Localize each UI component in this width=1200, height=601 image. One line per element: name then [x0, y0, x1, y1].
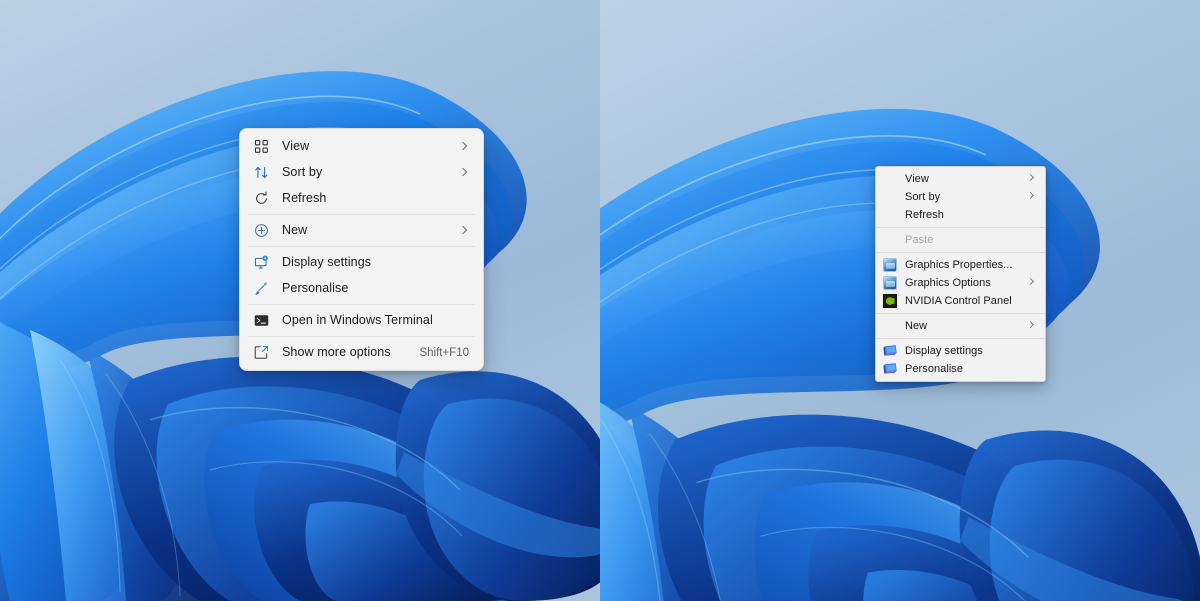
menu-item-refresh[interactable]: Refresh [244, 186, 479, 211]
desktop-context-menu-win11[interactable]: View Sort by Refresh New Display settings Per… [239, 128, 484, 371]
menu-item-icon-slot [882, 318, 898, 334]
menu-item-label: View [282, 139, 310, 154]
menu-item-accelerator: Shift+F10 [419, 346, 469, 359]
chevron-right-icon [1027, 192, 1037, 202]
plus-circle-icon [252, 222, 270, 240]
sort-icon [252, 164, 270, 182]
chevron-right-icon [459, 168, 469, 178]
right-panel: View Sort by Refresh Paste Graphics Properti… [600, 0, 1200, 601]
menu-item-sort-by[interactable]: Sort by [244, 160, 479, 185]
monitor-icon [252, 254, 270, 272]
menu-item-label: Paste [905, 233, 934, 246]
chevron-right-icon [1027, 278, 1037, 288]
menu-item-label: View [905, 172, 929, 185]
menu-item-display[interactable]: Display settings [244, 250, 479, 275]
menu-item-icon-slot [882, 171, 898, 187]
menu-item-label: Sort by [905, 190, 941, 203]
menu-item-more-options[interactable]: Show more options Shift+F10 [244, 340, 479, 365]
menu-item-l-refresh[interactable]: Refresh [876, 206, 1045, 224]
menu-item-new[interactable]: New [244, 218, 479, 243]
menu-separator [248, 214, 475, 215]
monitor-legacy-icon [882, 361, 898, 377]
menu-item-label: Personalise [905, 362, 964, 375]
menu-item-label: Personalise [282, 281, 349, 296]
menu-separator [876, 313, 1045, 314]
monitor-legacy-icon [882, 343, 898, 359]
menu-item-l-sort-by[interactable]: Sort by [876, 188, 1045, 206]
graphics-icon [882, 275, 898, 291]
graphics-icon [882, 257, 898, 273]
menu-item-label: NVIDIA Control Panel [905, 294, 1012, 307]
menu-item-l-view[interactable]: View [876, 170, 1045, 188]
menu-item-icon-slot [882, 189, 898, 205]
desktop-context-menu-win10[interactable]: View Sort by Refresh Paste Graphics Properti… [875, 166, 1046, 382]
menu-separator [876, 252, 1045, 253]
menu-item-label: New [282, 223, 308, 238]
chevron-right-icon [459, 226, 469, 236]
nvidia-icon [882, 293, 898, 309]
menu-item-label: Graphics Options [905, 276, 991, 289]
menu-item-l-nvidia[interactable]: NVIDIA Control Panel [876, 292, 1045, 310]
menu-item-label: New [905, 319, 928, 332]
chevron-right-icon [459, 142, 469, 152]
menu-separator [876, 227, 1045, 228]
menu-item-l-gfx-prop[interactable]: Graphics Properties... [876, 256, 1045, 274]
menu-item-l-paste: Paste [876, 231, 1045, 249]
brush-icon [252, 280, 270, 298]
menu-separator [248, 336, 475, 337]
expand-icon [252, 344, 270, 362]
menu-item-label: Refresh [905, 208, 944, 221]
menu-item-l-new[interactable]: New [876, 317, 1045, 335]
menu-item-label: Refresh [282, 191, 327, 206]
terminal-icon [252, 312, 270, 330]
chevron-right-icon [1027, 174, 1037, 184]
grid-icon [252, 138, 270, 156]
refresh-icon [252, 190, 270, 208]
menu-item-l-personalise[interactable]: Personalise [876, 360, 1045, 378]
menu-item-label: Display settings [905, 344, 983, 357]
menu-separator [248, 304, 475, 305]
chevron-right-icon [1027, 321, 1037, 331]
menu-item-label: Open in Windows Terminal [282, 313, 433, 328]
menu-item-personalise[interactable]: Personalise [244, 276, 479, 301]
menu-item-icon-slot [882, 207, 898, 223]
menu-item-label: Show more options [282, 345, 391, 360]
menu-item-label: Sort by [282, 165, 323, 180]
menu-item-label: Graphics Properties... [905, 258, 1013, 271]
menu-item-icon-slot [882, 232, 898, 248]
menu-item-l-display[interactable]: Display settings [876, 342, 1045, 360]
left-panel: View Sort by Refresh New Display settings Per… [0, 0, 600, 601]
screenshot-stage: View Sort by Refresh New Display settings Per… [0, 0, 1200, 601]
menu-item-l-gfx-opt[interactable]: Graphics Options [876, 274, 1045, 292]
menu-item-label: Display settings [282, 255, 372, 270]
menu-item-terminal[interactable]: Open in Windows Terminal [244, 308, 479, 333]
menu-separator [876, 338, 1045, 339]
menu-item-view[interactable]: View [244, 134, 479, 159]
menu-separator [248, 246, 475, 247]
